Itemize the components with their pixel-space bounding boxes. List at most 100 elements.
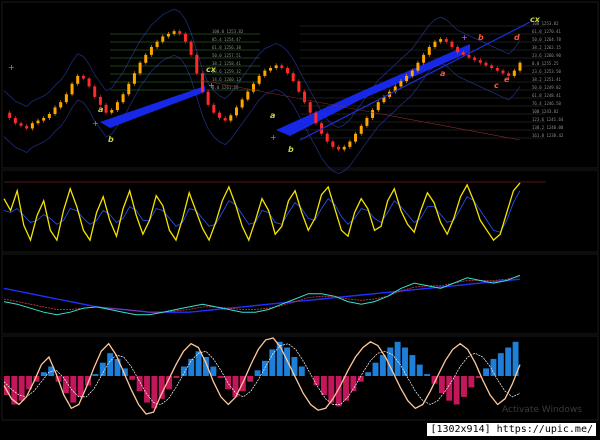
histogram-bar — [107, 353, 114, 376]
candle-body — [195, 54, 199, 74]
fib-right-label: 123.6 1241.64 — [532, 117, 564, 122]
fib-right-label: 161.8 1238.42 — [532, 133, 564, 138]
marker-plus-icon: + — [461, 33, 468, 42]
histogram-bar — [320, 376, 327, 395]
candle-body — [427, 46, 431, 55]
fib-right-label: 0.0 1255.25 — [532, 61, 559, 66]
histogram-bar — [180, 366, 187, 376]
histogram-bar — [402, 347, 408, 376]
candle-body — [456, 46, 460, 53]
activate-windows-watermark: Activate Windows — [502, 405, 582, 415]
histogram-bar — [424, 374, 431, 376]
candle-body — [331, 141, 335, 147]
candle-body — [269, 68, 273, 71]
candle-body — [354, 133, 358, 142]
histogram-bar — [173, 376, 180, 378]
wave-label: b — [288, 145, 294, 154]
candle-body — [325, 133, 329, 142]
candle-body — [144, 54, 148, 63]
candle-body — [81, 75, 85, 79]
histogram-bar — [372, 362, 379, 376]
histogram-bar — [483, 368, 490, 376]
candle-body — [93, 86, 97, 97]
histogram-bar — [144, 376, 150, 403]
candle-body — [115, 102, 119, 111]
candle-body — [70, 83, 74, 95]
histogram-bar — [379, 355, 386, 376]
candle-body — [138, 62, 142, 74]
histogram-bar — [468, 376, 475, 388]
candle-body — [223, 117, 227, 121]
chart-stage: 100.0 1253.82 85.4 1254.47 61.8 1256.38 50.… — [1, 1, 599, 421]
candle-body — [166, 33, 170, 37]
candle-body — [291, 73, 295, 82]
image-host-badge: [1302x914] https://upic.me/ — [427, 423, 596, 436]
candle-body — [42, 117, 46, 121]
histogram-bar — [217, 376, 224, 378]
candle-body — [478, 60, 482, 63]
histogram-bar — [453, 376, 460, 405]
wave-label: b — [108, 135, 114, 144]
candle-body — [53, 107, 57, 114]
candle-body — [490, 65, 494, 68]
candle-body — [518, 62, 522, 71]
candle-body — [308, 102, 312, 113]
candle-body — [297, 81, 301, 92]
marker-plus-icon: + — [270, 133, 277, 142]
candle-body — [416, 62, 420, 71]
marker-plus-icon: + — [8, 63, 15, 72]
histogram-bar — [365, 372, 372, 376]
histogram-bar — [269, 349, 276, 376]
candle-body — [172, 31, 176, 34]
histogram-bar — [4, 376, 10, 395]
wave-label: d — [514, 33, 520, 42]
histogram-bar — [188, 358, 195, 376]
candle-body — [501, 70, 505, 74]
candle-body — [121, 94, 125, 103]
candle-body — [495, 68, 499, 71]
wave-label: a — [440, 69, 445, 78]
wave-label: b — [478, 33, 484, 42]
candle-body — [286, 68, 290, 74]
candle-body — [484, 62, 488, 66]
candle-body — [337, 146, 341, 150]
candle-body — [127, 83, 131, 95]
wave-label: a — [98, 105, 103, 114]
candle-body — [217, 112, 221, 118]
histogram-bar — [357, 376, 364, 382]
histogram-bar — [247, 376, 254, 382]
candle-body — [104, 104, 108, 113]
candle-body — [76, 75, 80, 84]
wave-label: a — [270, 111, 275, 120]
candle-body — [36, 120, 40, 124]
candle-body — [161, 36, 165, 42]
candle-body — [200, 73, 204, 92]
histogram-bar — [18, 376, 25, 401]
candle-body — [371, 110, 375, 118]
ma-band-panel — [1, 253, 599, 335]
candle-body — [212, 104, 216, 113]
candle-body — [234, 107, 238, 116]
candle-body — [467, 54, 471, 58]
candle-body — [365, 117, 369, 126]
candle-body — [433, 41, 437, 47]
candle-body — [280, 65, 284, 68]
candle-body — [274, 65, 278, 68]
candle-body — [422, 54, 426, 63]
candle-body — [189, 41, 193, 55]
candle-body — [110, 110, 114, 113]
wave-label: c — [494, 81, 499, 90]
histogram-bar — [298, 366, 305, 376]
fib-right-label: 23.6 1253.50 — [532, 69, 561, 74]
candle-body — [246, 91, 250, 100]
histogram-bar — [129, 376, 136, 380]
wave-label: cx — [530, 15, 541, 24]
marker-plus-icon: + — [208, 81, 215, 90]
candle-body — [149, 46, 153, 55]
candle-body — [263, 70, 267, 76]
candle-body — [473, 57, 477, 61]
fib-right-label: 61.8 1270.41 — [532, 29, 561, 34]
candle-body — [399, 81, 403, 87]
candle-body — [444, 39, 448, 42]
candle-body — [314, 112, 318, 124]
